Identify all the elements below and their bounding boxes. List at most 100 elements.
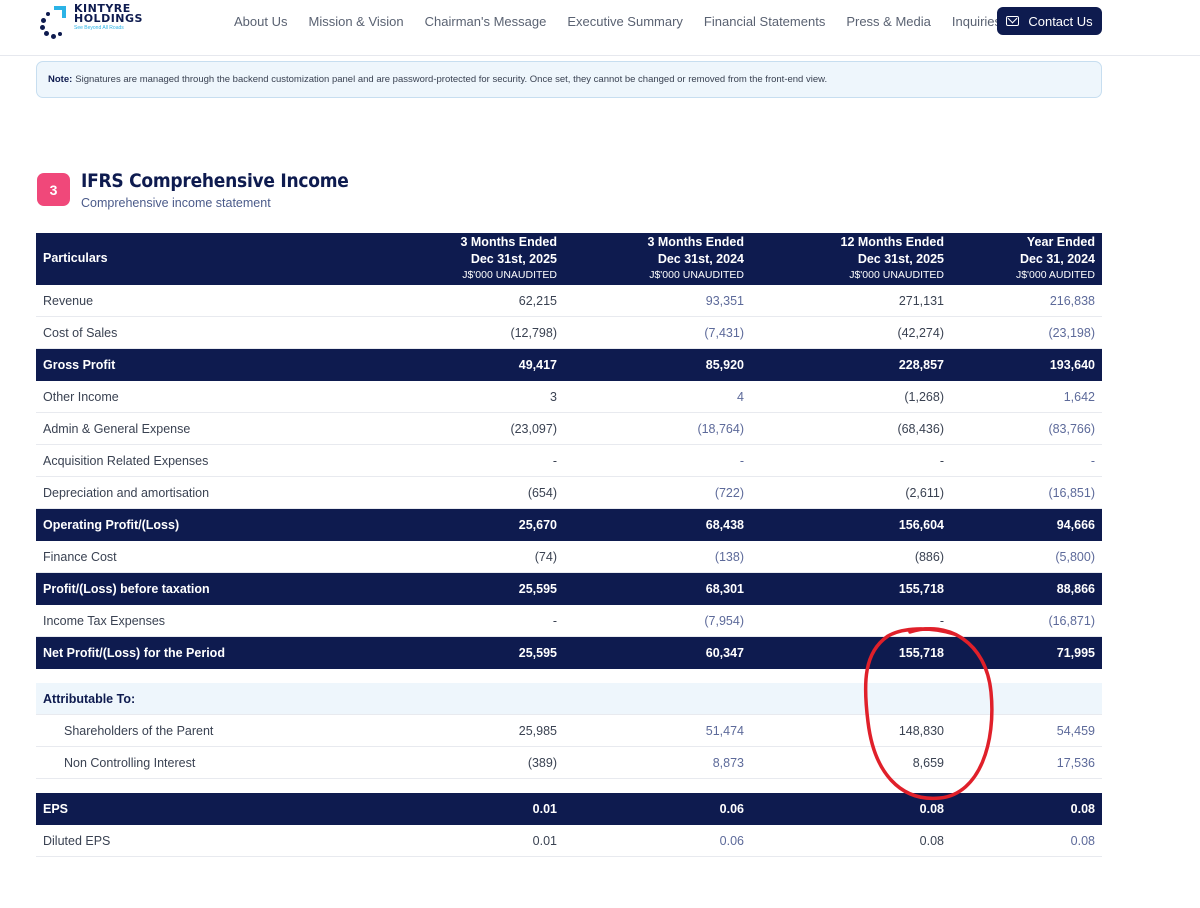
header-col-4: Year Ended Dec 31, 2024 J$'000 AUDITED (1015, 235, 1095, 281)
row-value-col-2: 85,920 (705, 358, 744, 372)
nav-about-us[interactable]: About Us (234, 14, 287, 29)
row-value-col-1: (389) (527, 755, 557, 770)
row-label: Profit/(Loss) before taxation (43, 582, 210, 596)
row-value-col-2: (18,764) (697, 421, 744, 436)
table-row-operating-profit: Operating Profit/(Loss) 25,670 68,438 156,6… (36, 509, 1102, 541)
row-value-col-1: 0.01 (532, 802, 557, 816)
row-value-col-4: (5,800) (1055, 549, 1095, 564)
header-col-1: 3 Months Ended Dec 31st, 2025 J$'000 UNA… (460, 235, 557, 281)
row-value-col-2: 68,438 (705, 518, 744, 532)
row-value-col-4: (23,198) (1048, 325, 1095, 340)
row-value-col-4: 216,838 (1049, 293, 1095, 308)
nav-financial-statements[interactable]: Financial Statements (704, 14, 825, 29)
row-value-col-1: (12,798) (510, 325, 557, 340)
row-label: Admin & General Expense (43, 421, 191, 436)
row-value-col-2: 8,873 (712, 755, 744, 770)
nav-mission-vision[interactable]: Mission & Vision (308, 14, 403, 29)
brand-logo[interactable]: KINTYRE HOLDINGS See Beyond All Roads (36, 3, 186, 48)
table-row-other-income: Other Income 3 4 (1,268) 1,642 (36, 381, 1102, 413)
table-row-acquisition-related-expenses: Acquisition Related Expenses - - - - (36, 445, 1102, 477)
income-statement-table: Particulars 3 Months Ended Dec 31st, 202… (36, 233, 1102, 857)
row-value-col-3: 0.08 (919, 802, 944, 816)
table-row-cost-of-sales: Cost of Sales (12,798) (7,431) (42,274) (23,… (36, 317, 1102, 349)
row-value-col-1: 25,595 (518, 646, 557, 660)
row-value-col-3: - (939, 613, 944, 628)
row-spacer (36, 779, 1102, 793)
main-nav: About Us Mission & Vision Chairman's Mes… (234, 0, 1022, 42)
table-row-eps: EPS 0.01 0.06 0.08 0.08 (36, 793, 1102, 825)
row-value-col-1: - (552, 453, 557, 468)
row-value-col-4: 0.08 (1070, 802, 1095, 816)
section-title: IFRS Comprehensive Income (81, 170, 349, 192)
row-value-col-3: 155,718 (898, 646, 944, 660)
table-row-finance-cost: Finance Cost (74) (138) (886) (5,800) (36, 541, 1102, 573)
row-value-col-3: - (939, 453, 944, 468)
row-value-col-3: (2,611) (905, 485, 944, 500)
row-value-col-1: - (552, 613, 557, 628)
row-value-col-1: 62,215 (518, 293, 557, 308)
row-label: Diluted EPS (43, 833, 111, 848)
table-header: Particulars 3 Months Ended Dec 31st, 202… (36, 233, 1102, 285)
logo-wordmark: KINTYRE HOLDINGS See Beyond All Roads (74, 3, 143, 32)
row-value-col-2: - (739, 453, 744, 468)
row-value-col-2: 68,301 (705, 582, 744, 596)
row-value-col-2: (138) (714, 549, 744, 564)
table-row-diluted-eps: Diluted EPS 0.01 0.06 0.08 0.08 (36, 825, 1102, 857)
row-value-col-4: 17,536 (1056, 755, 1095, 770)
row-value-col-3: 0.08 (919, 833, 944, 848)
row-label: Shareholders of the Parent (64, 723, 214, 738)
row-value-col-2: (7,954) (704, 613, 744, 628)
row-value-col-1: (74) (534, 549, 557, 564)
row-label: Income Tax Expenses (43, 613, 166, 628)
row-value-col-3: 8,659 (912, 755, 944, 770)
section-subtitle: Comprehensive income statement (81, 196, 271, 210)
row-value-col-1: 49,417 (518, 358, 557, 372)
row-value-col-2: 0.06 (719, 833, 744, 848)
row-value-col-4: (16,851) (1048, 485, 1095, 500)
header-col-3: 12 Months Ended Dec 31st, 2025 J$'000 UN… (840, 235, 944, 281)
row-spacer (36, 669, 1102, 683)
row-label: Depreciation and amortisation (43, 485, 210, 500)
row-label: Non Controlling Interest (64, 755, 196, 770)
row-value-col-3: (68,436) (897, 421, 944, 436)
row-value-col-3: (886) (914, 549, 944, 564)
row-label: Cost of Sales (43, 325, 118, 340)
table-row-non-controlling-interest: Non Controlling Interest (389) 8,873 8,659 1… (36, 747, 1102, 779)
row-value-col-4: 1,642 (1063, 389, 1095, 404)
nav-press-media[interactable]: Press & Media (846, 14, 931, 29)
header-particulars: Particulars (43, 251, 108, 265)
row-value-col-2: (7,431) (704, 325, 744, 340)
signature-note: Note: Signatures are managed through the… (36, 61, 1102, 98)
table-row-shareholders-of-parent: Shareholders of the Parent 25,985 51,474 14… (36, 715, 1102, 747)
site-header: KINTYRE HOLDINGS See Beyond All Roads Ab… (0, 0, 1200, 56)
logo-tagline: See Beyond All Roads (74, 25, 124, 31)
row-value-col-3: (42,274) (897, 325, 944, 340)
row-value-col-4: (16,871) (1048, 613, 1095, 628)
row-label: EPS (43, 802, 69, 816)
contact-us-button[interactable]: Contact Us (997, 7, 1102, 35)
row-value-col-3: 228,857 (898, 358, 944, 372)
nav-inquiries[interactable]: Inquiries (952, 14, 1001, 29)
row-value-col-4: 193,640 (1049, 358, 1095, 372)
row-value-col-4: 54,459 (1056, 723, 1095, 738)
row-value-col-1: (654) (527, 485, 557, 500)
row-value-col-1: 25,985 (518, 723, 557, 738)
row-value-col-1: 0.01 (532, 833, 557, 848)
row-value-col-4: 0.08 (1070, 833, 1095, 848)
row-label: Other Income (43, 389, 119, 404)
row-value-col-4: (83,766) (1048, 421, 1095, 436)
row-value-col-1: 25,595 (518, 582, 557, 596)
row-value-col-3: 148,830 (898, 723, 944, 738)
mail-icon (1006, 16, 1020, 26)
row-label: Acquisition Related Expenses (43, 453, 209, 468)
table-row-admin-general-expense: Admin & General Expense (23,097) (18,764) (… (36, 413, 1102, 445)
table-row-income-tax-expenses: Income Tax Expenses - (7,954) - (16,871) (36, 605, 1102, 637)
nav-executive-summary[interactable]: Executive Summary (567, 14, 683, 29)
note-label: Note: (48, 74, 73, 85)
nav-chairmans-message[interactable]: Chairman's Message (425, 14, 547, 29)
row-value-col-4: 94,666 (1056, 518, 1095, 532)
row-value-col-3: (1,268) (904, 389, 944, 404)
table-row-revenue: Revenue 62,215 93,351 271,131 216,838 (36, 285, 1102, 317)
note-text: Signatures are managed through the backe… (75, 74, 828, 85)
row-label: Operating Profit/(Loss) (43, 518, 180, 532)
